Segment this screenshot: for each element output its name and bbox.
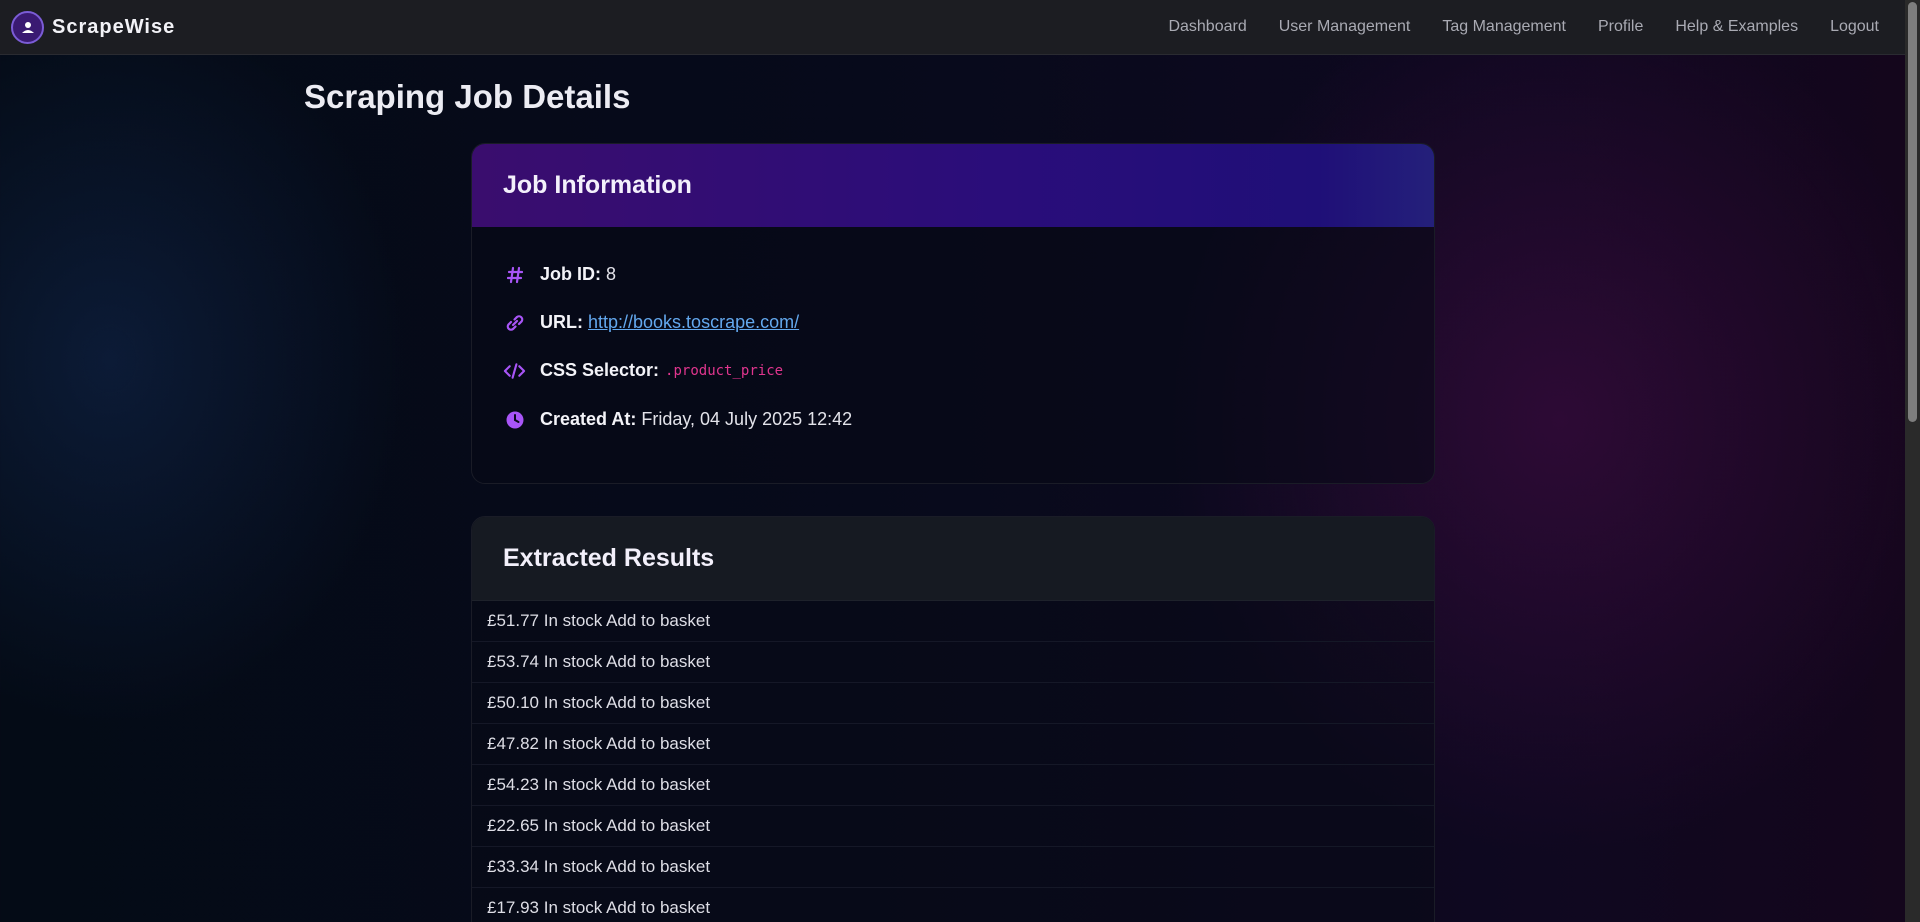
results-list: £51.77 In stock Add to basket £53.74 In … (472, 601, 1434, 922)
clock-icon (503, 408, 526, 431)
page-scrollbar[interactable] (1905, 0, 1920, 922)
nav-user-management[interactable]: User Management (1279, 18, 1411, 36)
nav-profile[interactable]: Profile (1598, 18, 1643, 36)
created-at-value: Friday, 04 July 2025 12:42 (641, 409, 853, 429)
css-selector-label: CSS Selector: (540, 360, 660, 380)
job-information-header: Job Information (472, 144, 1434, 227)
url-row: URL: http://books.toscrape.com/ (503, 311, 799, 334)
link-icon (503, 311, 526, 334)
nav-help-examples[interactable]: Help & Examples (1675, 18, 1798, 36)
result-item: £50.10 In stock Add to basket (472, 683, 1434, 724)
top-navbar: ScrapeWise Dashboard User Management Tag… (0, 0, 1905, 55)
extracted-results-title: Extracted Results (503, 544, 715, 572)
job-information-card: Job Information Job ID: 8 URL: http://bo… (471, 143, 1435, 484)
css-selector-row: CSS Selector: .product_price (503, 359, 783, 382)
url-link[interactable]: http://books.toscrape.com/ (588, 312, 799, 333)
result-item: £22.65 In stock Add to basket (472, 806, 1434, 847)
nav-dashboard[interactable]: Dashboard (1168, 18, 1246, 36)
result-item: £54.23 In stock Add to basket (472, 765, 1434, 806)
extracted-results-header: Extracted Results (472, 517, 1434, 601)
created-at-label: Created At: (540, 409, 637, 429)
job-information-title: Job Information (503, 171, 692, 199)
brand-logo-icon (11, 10, 44, 44)
brand-name: ScrapeWise (52, 15, 176, 38)
result-item: £17.93 In stock Add to basket (472, 888, 1434, 922)
url-label: URL: (540, 312, 583, 332)
job-id-value: 8 (606, 264, 617, 284)
hash-icon (503, 263, 526, 286)
result-item: £33.34 In stock Add to basket (472, 847, 1434, 888)
brand[interactable]: ScrapeWise (11, 10, 176, 44)
job-id-label: Job ID: (540, 264, 601, 284)
nav-links: Dashboard User Management Tag Management… (1136, 18, 1879, 36)
result-item: £53.74 In stock Add to basket (472, 642, 1434, 683)
nav-logout[interactable]: Logout (1830, 18, 1879, 36)
scrollbar-thumb[interactable] (1908, 2, 1917, 422)
nav-tag-management[interactable]: Tag Management (1442, 18, 1566, 36)
job-id-row: Job ID: 8 (503, 263, 616, 286)
created-at-row: Created At: Friday, 04 July 2025 12:42 (503, 408, 852, 431)
page-title: Scraping Job Details (304, 78, 631, 115)
result-item: £47.82 In stock Add to basket (472, 724, 1434, 765)
css-selector-value: .product_price (665, 362, 784, 379)
result-item: £51.77 In stock Add to basket (472, 601, 1434, 642)
code-icon (503, 359, 526, 382)
extracted-results-card: Extracted Results £51.77 In stock Add to… (471, 516, 1435, 922)
